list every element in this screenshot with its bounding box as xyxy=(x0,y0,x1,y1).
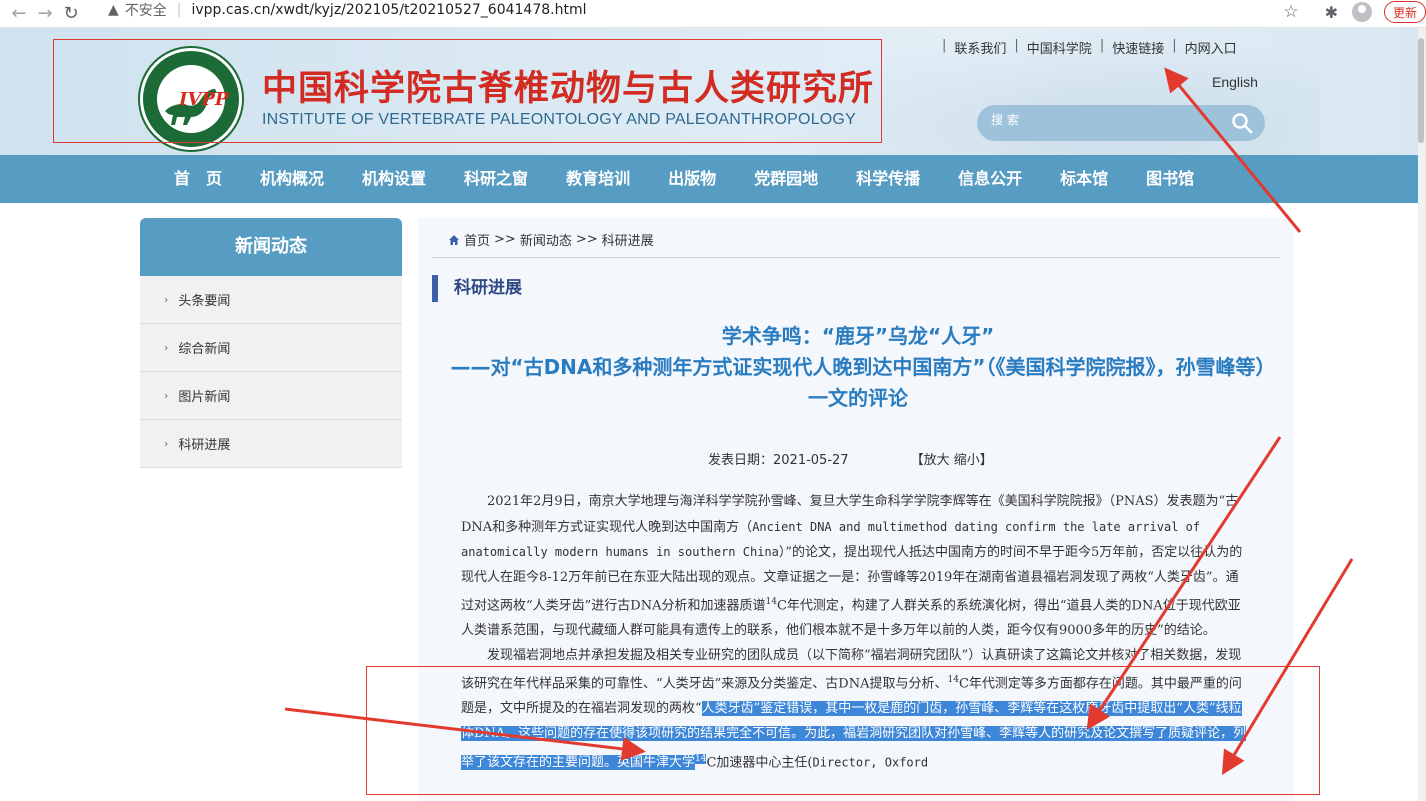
article-meta: 发表日期：2021-05-27 【放大 缩小】 xyxy=(708,449,993,468)
breadcrumb-news[interactable]: 新闻动态 xyxy=(520,230,572,249)
sidebar-heading: 新闻动态 xyxy=(140,218,402,276)
article-title: 学术争鸣：“鹿牙”乌龙“人牙” ——对“古DNA和多种测年方式证实现代人晚到达中… xyxy=(448,321,1268,414)
sidebar-item-label: 头条要闻 xyxy=(178,294,231,309)
forward-icon[interactable]: → xyxy=(32,1,58,27)
article-title-line2: ——对“古DNA和多种测年方式证实现代人晚到达中国南方”（《美国科学院院报》，孙… xyxy=(450,355,1266,410)
chevron-right-icon: › xyxy=(164,389,169,402)
breadcrumb-separator: >> xyxy=(494,232,516,247)
chevron-right-icon: › xyxy=(164,341,169,354)
extensions-icon[interactable]: ✱ xyxy=(1325,3,1338,22)
security-label: 不安全 xyxy=(124,3,167,19)
nav-disclosure[interactable]: 信息公开 xyxy=(939,155,1041,203)
english-link[interactable]: English xyxy=(1212,74,1258,90)
browser-toolbar: ← → ↻ ▲ 不安全 | ivpp.cas.cn/xwdt/kyjz/2021… xyxy=(0,0,1426,28)
search-icon[interactable] xyxy=(1231,112,1253,134)
article-title-line1: 学术争鸣：“鹿牙”乌龙“人牙” xyxy=(721,324,995,348)
sidebar-item-headlines[interactable]: › 头条要闻 xyxy=(140,276,402,324)
chevron-right-icon: › xyxy=(164,293,169,306)
nav-museum[interactable]: 标本馆 xyxy=(1041,155,1127,203)
breadcrumb-separator: >> xyxy=(575,232,598,247)
annotation-box-paragraph xyxy=(366,666,1320,795)
address-bar[interactable]: ▲ 不安全 | ivpp.cas.cn/xwdt/kyjz/202105/t20… xyxy=(108,0,586,20)
sidebar-item-label: 综合新闻 xyxy=(178,342,231,357)
font-zoom-links[interactable]: 【放大 缩小】 xyxy=(911,449,993,468)
page-scrollbar[interactable] xyxy=(1418,28,1426,801)
search-box xyxy=(977,105,1265,141)
sidebar-item-research[interactable]: › 科研进展 xyxy=(140,420,402,468)
breadcrumb: 首页 >> 新闻动态 >> 科研进展 xyxy=(448,230,654,249)
top-link-contact[interactable]: 联系我们 xyxy=(954,38,1006,57)
chevron-right-icon: › xyxy=(164,437,169,450)
nav-party[interactable]: 党群园地 xyxy=(735,155,837,203)
scrollbar-thumb[interactable] xyxy=(1418,38,1424,143)
top-links: | 联系我们 | 中国科学院 | 快速链接 | 内网入口 xyxy=(942,38,1237,57)
url-text[interactable]: ivpp.cas.cn/xwdt/kyjz/202105/t20210527_6… xyxy=(192,2,587,18)
section-title: 科研进展 xyxy=(432,275,522,302)
top-link-quick[interactable]: 快速链接 xyxy=(1112,38,1164,57)
nav-about[interactable]: 机构概况 xyxy=(241,155,343,203)
back-icon[interactable]: ← xyxy=(6,1,32,27)
sidebar-item-label: 科研进展 xyxy=(178,438,231,453)
sidebar-item-photo[interactable]: › 图片新闻 xyxy=(140,372,402,420)
sidebar-item-label: 图片新闻 xyxy=(178,390,231,405)
top-link-cas[interactable]: 中国科学院 xyxy=(1027,38,1092,57)
nav-departments[interactable]: 机构设置 xyxy=(343,155,445,203)
profile-avatar-icon[interactable] xyxy=(1351,2,1372,22)
home-icon xyxy=(449,234,459,245)
annotation-box-header xyxy=(53,39,882,143)
update-button[interactable]: 更新 xyxy=(1383,1,1426,23)
nav-publications[interactable]: 出版物 xyxy=(649,155,735,203)
article-paragraph: 2021年2月9日，南京大学地理与海洋科学学院孙雪峰、复旦大学生命科学学院李辉等… xyxy=(461,494,1243,639)
top-link-intranet[interactable]: 内网入口 xyxy=(1185,38,1237,57)
main-nav: 首 页 机构概况 机构设置 科研之窗 教育培训 出版物 党群园地 科学传播 信息… xyxy=(0,155,1426,203)
nav-education[interactable]: 教育培训 xyxy=(547,155,649,203)
breadcrumb-home[interactable]: 首页 xyxy=(464,230,490,249)
sidebar-item-general[interactable]: › 综合新闻 xyxy=(140,324,402,372)
nav-library[interactable]: 图书馆 xyxy=(1127,155,1213,203)
nav-home[interactable]: 首 页 xyxy=(155,155,241,203)
breadcrumb-research[interactable]: 科研进展 xyxy=(602,230,654,249)
publish-date: 发表日期：2021-05-27 xyxy=(708,453,849,468)
reload-icon[interactable]: ↻ xyxy=(58,1,84,27)
sidebar: 新闻动态 › 头条要闻 › 综合新闻 › 图片新闻 › 科研进展 xyxy=(140,218,402,468)
nav-outreach[interactable]: 科学传播 xyxy=(837,155,939,203)
search-input[interactable] xyxy=(991,113,1211,127)
bookmark-star-icon[interactable]: ☆ xyxy=(1283,2,1298,22)
divider xyxy=(432,257,1280,258)
nav-research[interactable]: 科研之窗 xyxy=(445,155,547,203)
warning-icon: ▲ xyxy=(108,2,119,18)
